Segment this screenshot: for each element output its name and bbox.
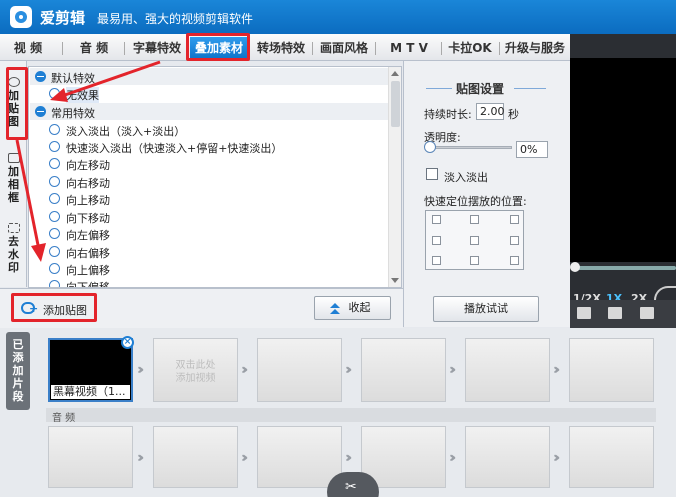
annotation-arrow-head [31,243,46,262]
annotation-arrow [61,60,161,98]
annotation-arrows [15,60,161,262]
annotation-arrow [15,139,40,246]
annotation-arrow-head [50,88,68,102]
